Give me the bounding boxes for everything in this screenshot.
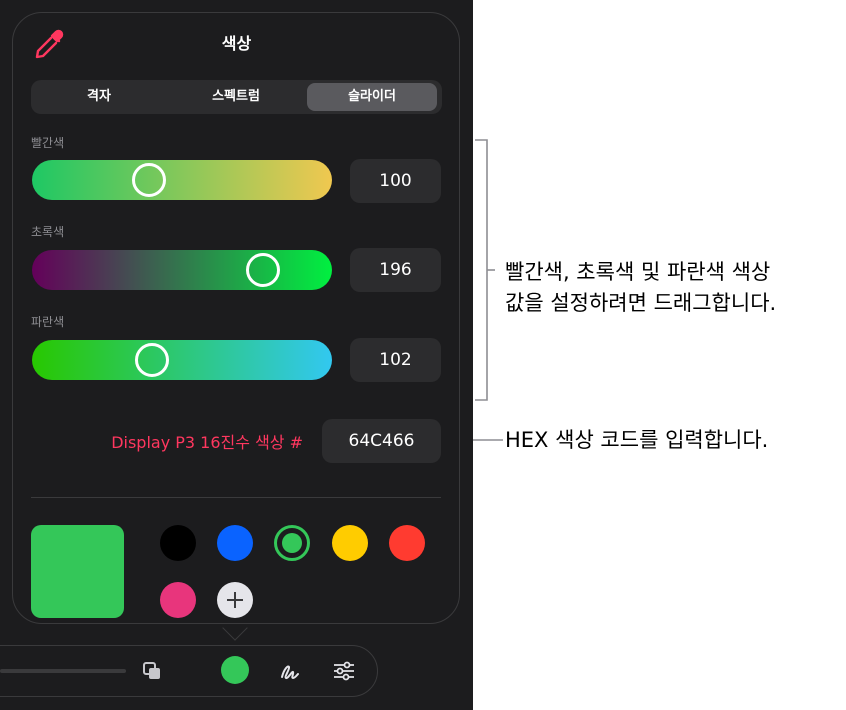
swatch-pink[interactable]	[160, 582, 196, 618]
add-swatch-button[interactable]	[217, 582, 253, 618]
layers-icon[interactable]	[141, 660, 163, 682]
green-slider-label: 초록색	[31, 225, 65, 239]
pen-stroke-icon[interactable]	[278, 659, 302, 683]
red-slider[interactable]	[32, 160, 332, 200]
sliders-callout-line2: 값을 설정하려면 드래그합니다.	[505, 291, 777, 315]
divider	[31, 497, 441, 498]
toolbar-scrubber[interactable]	[0, 669, 126, 673]
red-slider-thumb[interactable]	[132, 163, 166, 197]
toolbar-color-button[interactable]	[221, 656, 249, 684]
current-color-preview	[31, 525, 124, 618]
blue-slider-thumb[interactable]	[135, 343, 169, 377]
sliders-settings-icon[interactable]	[333, 660, 355, 682]
green-slider-thumb[interactable]	[246, 253, 280, 287]
swatch-green-inner	[282, 533, 302, 553]
green-slider[interactable]	[32, 250, 332, 290]
tab-spectrum[interactable]: 스펙트럼	[171, 83, 301, 111]
hex-callout: HEX 색상 코드를 입력합니다.	[505, 428, 769, 452]
mode-segmented-control: 격자 스펙트럼 슬라이더	[31, 80, 442, 114]
red-slider-label: 빨간색	[31, 136, 65, 150]
green-value-field[interactable]: 196	[350, 248, 441, 292]
hex-label: Display P3 16진수 색상 #	[111, 433, 303, 452]
swatch-red[interactable]	[389, 525, 425, 561]
blue-slider[interactable]	[32, 340, 332, 380]
swatch-blue[interactable]	[217, 525, 253, 561]
blue-value-field[interactable]: 102	[350, 338, 441, 382]
tab-grid[interactable]: 격자	[34, 83, 164, 111]
hex-input[interactable]: 64C466	[322, 419, 441, 463]
sliders-callout-line1: 빨간색, 초록색 및 파란색 색상	[505, 260, 771, 284]
blue-slider-label: 파란색	[31, 315, 65, 329]
swatch-green[interactable]	[274, 525, 310, 561]
swatch-black[interactable]	[160, 525, 196, 561]
tab-sliders[interactable]: 슬라이더	[307, 83, 437, 111]
swatch-yellow[interactable]	[332, 525, 368, 561]
panel-title: 색상	[221, 34, 252, 53]
red-value-field[interactable]: 100	[350, 159, 441, 203]
